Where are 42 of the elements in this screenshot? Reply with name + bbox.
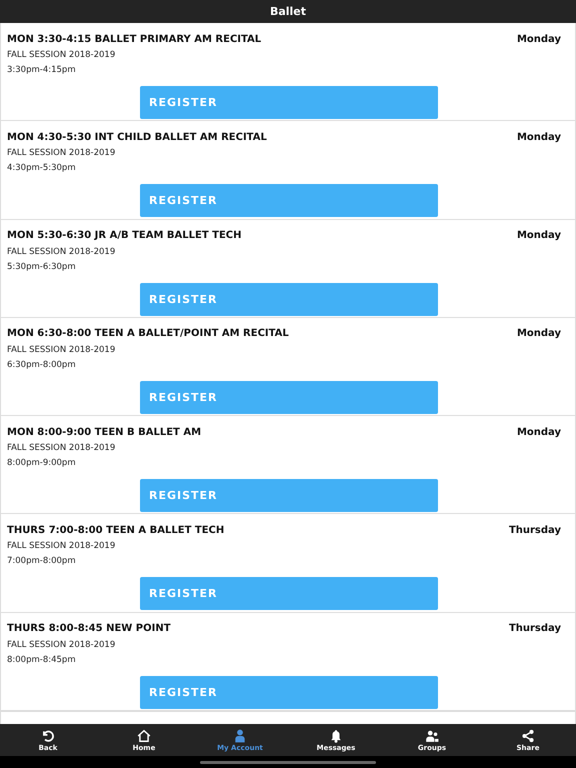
class-day: Monday [516,34,561,44]
class-name: THURS 7:00-8:00 TEEN A BALLET TECH [7,524,224,536]
class-name: THURS 8:00-8:45 NEW POINT [7,623,171,634]
class-name: MON 8:00-9:00 TEEN B BALLET AM [7,426,202,438]
session-label: FALL SESSION 2018-2019 [7,541,116,552]
register-button[interactable]: REGISTER [140,282,438,316]
register-button[interactable]: REGISTER [140,86,438,119]
class-day: Monday [516,328,561,340]
session-label: FALL SESSION 2018-2019 [7,640,116,651]
class-time: 3:30pm-4:15pm [7,65,77,76]
bell-icon [329,728,343,742]
session-label: FALL SESSION 2018-2019 [7,443,116,454]
register-button[interactable]: REGISTER [140,380,438,414]
class-name: MON 4:30-5:30 INT CHILD BALLET AM RECITAL [7,132,267,143]
register-button[interactable]: REGISTER [140,676,438,709]
register-button[interactable]: REGISTER [140,577,438,610]
people-icon [425,728,439,742]
class-day: Monday [516,426,561,438]
session-label: FALL SESSION 2018-2019 [7,50,116,61]
class-day: Monday [516,230,561,242]
class-time: 4:30pm-5:30pm [7,163,77,174]
class-time: 8:00pm-8:45pm [7,654,77,666]
undo-arrow-icon [41,728,55,742]
session-label: FALL SESSION 2018-2019 [7,148,116,160]
class-name: MON 6:30-8:00 TEEN A BALLET/POINT AM RECITAL [7,328,289,340]
register-button[interactable]: REGISTER [140,479,438,512]
class-day: Monday [516,132,561,143]
class-day: Thursday [508,623,561,634]
session-label: FALL SESSION 2018-2019 [7,246,116,258]
register-button[interactable]: REGISTER [140,184,438,218]
class-time: 5:30pm-6:30pm [7,262,77,273]
class-name: MON 3:30-4:15 BALLET PRIMARY AM RECITAL [7,34,262,44]
session-label: FALL SESSION 2018-2019 [7,344,116,356]
class-time: 7:00pm-8:00pm [7,556,77,568]
class-time: 8:00pm-9:00pm [7,458,77,470]
share-icon [521,728,535,742]
class-time: 6:30pm-8:00pm [7,360,77,371]
home-icon [137,728,151,742]
class-day: Thursday [508,524,561,536]
class-name: MON 5:30-6:30 JR A/B TEAM BALLET TECH [7,230,242,242]
person-icon [233,728,247,742]
screen-title: Ballet [270,5,306,18]
